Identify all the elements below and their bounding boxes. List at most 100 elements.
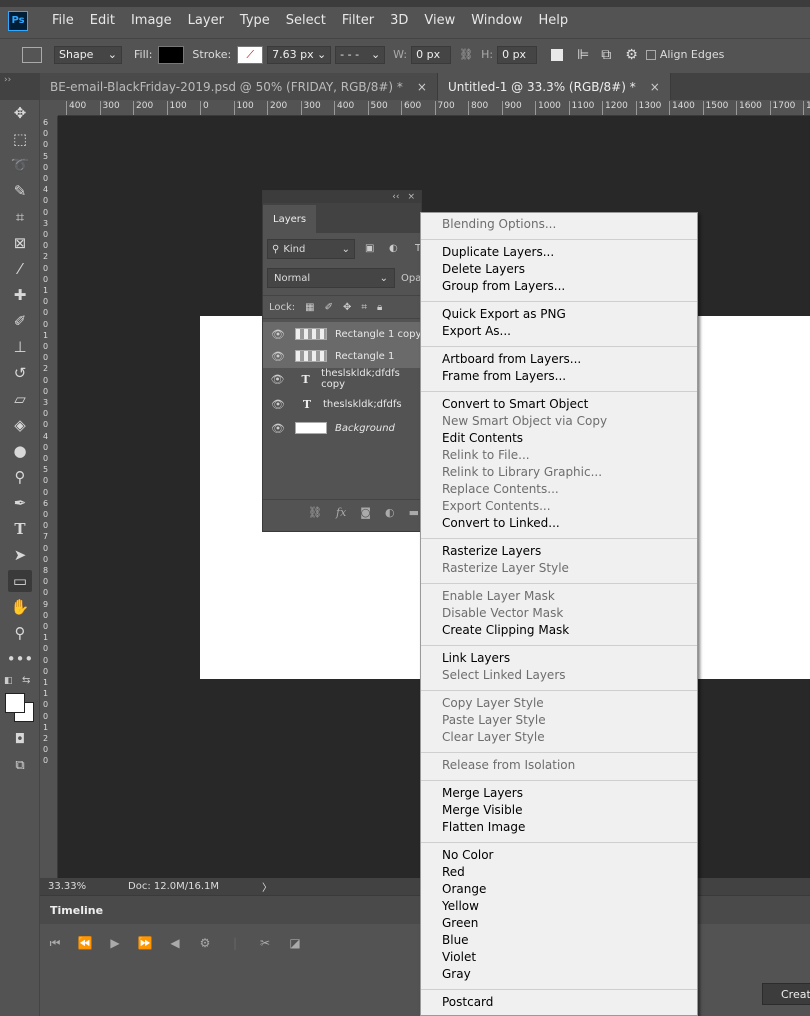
menu-filter[interactable]: Filter <box>334 13 382 28</box>
menu-item-no-color[interactable]: No Color <box>442 847 493 864</box>
first-frame-icon[interactable]: ⏮ <box>40 936 70 951</box>
quick-selection-tool-icon[interactable]: ✎ <box>8 180 32 202</box>
layer-row[interactable]: 👁︎ Ttheslskldk;dfdfs copy <box>263 367 423 391</box>
menu-item-export-as[interactable]: Export As... <box>442 323 511 340</box>
next-frame-icon[interactable]: ⏩ <box>130 936 160 950</box>
lock-position-icon[interactable]: ✥ <box>343 302 351 313</box>
rectangle-tool-preset-icon[interactable] <box>22 46 42 63</box>
menu-item-group-from-layers[interactable]: Group from Layers... <box>442 278 565 295</box>
paint-bucket-tool-icon[interactable]: ◈ <box>8 414 32 436</box>
zoom-tool-icon[interactable]: ⚲ <box>8 622 32 644</box>
eraser-tool-icon[interactable]: ▱ <box>8 388 32 410</box>
layer-row[interactable]: 👁︎ Rectangle 1 <box>263 344 423 368</box>
tab-untitled-1[interactable]: Untitled-1 @ 33.3% (RGB/8#) * × <box>437 73 671 100</box>
play-icon[interactable]: ▶ <box>100 936 130 950</box>
marquee-tool-icon[interactable]: ⬚ <box>8 128 32 150</box>
type-tool-icon[interactable]: T <box>8 518 32 540</box>
add-mask-icon[interactable]: ◙ <box>360 506 371 519</box>
lock-pixels-icon[interactable]: ✐ <box>325 302 333 313</box>
link-layers-icon[interactable]: ⛓ <box>308 506 322 519</box>
stroke-swatch[interactable]: ⟋ <box>237 45 264 64</box>
hand-tool-icon[interactable]: ✋ <box>8 596 32 618</box>
menu-file[interactable]: File <box>44 13 82 28</box>
menu-item-edit-contents[interactable]: Edit Contents <box>442 430 523 447</box>
stroke-type-select[interactable]: - - - ⌄ <box>335 45 386 64</box>
menu-edit[interactable]: Edit <box>82 13 123 28</box>
gear-icon[interactable]: ⚙ <box>625 47 638 63</box>
menu-item-frame-from-layers[interactable]: Frame from Layers... <box>442 368 566 385</box>
collapse-toolbar-icon[interactable]: ›› <box>0 73 40 100</box>
menu-item-orange[interactable]: Orange <box>442 881 486 898</box>
menu-item-rasterize-layers[interactable]: Rasterize Layers <box>442 543 541 560</box>
tab-be-email[interactable]: BE-email-BlackFriday-2019.psd @ 50% (FRI… <box>40 73 438 100</box>
menu-item-red[interactable]: Red <box>442 864 465 881</box>
menu-item-merge-layers[interactable]: Merge Layers <box>442 785 523 802</box>
screen-mode-icon[interactable]: ⧉ <box>8 754 32 776</box>
lock-artboard-icon[interactable]: ⌗ <box>361 302 367 313</box>
menu-item-convert-to-smart-object[interactable]: Convert to Smart Object <box>442 396 588 413</box>
path-operations-icon[interactable] <box>551 48 564 61</box>
eye-icon[interactable]: 👁︎ <box>263 398 293 411</box>
more-tools-icon[interactable]: ••• <box>7 648 34 670</box>
new-group-icon[interactable]: ▬ <box>409 506 419 519</box>
frame-tool-icon[interactable]: ⊠ <box>8 232 32 254</box>
menu-item-convert-to-linked[interactable]: Convert to Linked... <box>442 515 560 532</box>
blend-mode-select[interactable]: Normal ⌄ <box>267 268 395 288</box>
healing-brush-tool-icon[interactable]: ✚ <box>8 284 32 306</box>
filter-kind-select[interactable]: ⚲ Kind ⌄ <box>267 239 355 259</box>
lock-all-icon[interactable]: 🔒︎ <box>377 302 382 313</box>
menu-image[interactable]: Image <box>123 13 180 28</box>
tab-layers[interactable]: Layers <box>263 205 317 233</box>
history-brush-tool-icon[interactable]: ↺ <box>8 362 32 384</box>
adjustment-layer-icon[interactable]: ◐ <box>385 506 395 519</box>
layer-row[interactable]: 👁︎ Background <box>263 416 423 440</box>
transition-icon[interactable]: ◪ <box>280 936 310 950</box>
eye-icon[interactable]: 👁︎ <box>263 373 292 386</box>
menu-view[interactable]: View <box>416 13 463 28</box>
menu-help[interactable]: Help <box>531 13 577 28</box>
gear-icon[interactable]: ⚙ <box>190 936 220 950</box>
menu-item-flatten-image[interactable]: Flatten Image <box>442 819 525 836</box>
menu-window[interactable]: Window <box>463 13 530 28</box>
close-icon[interactable]: × <box>650 80 660 94</box>
path-arrangement-icon[interactable]: ⧉ <box>601 47 611 63</box>
menu-item-delete-layers[interactable]: Delete Layers <box>442 261 525 278</box>
menu-item-duplicate-layers[interactable]: Duplicate Layers... <box>442 244 554 261</box>
quick-mask-icon[interactable]: ◘ <box>8 728 32 750</box>
menu-item-quick-export-as-png[interactable]: Quick Export as PNG <box>442 306 566 323</box>
menu-item-gray[interactable]: Gray <box>442 966 471 983</box>
audio-icon[interactable]: ◀ <box>160 936 190 950</box>
clone-stamp-tool-icon[interactable]: ⊥ <box>8 336 32 358</box>
create-timeline-button[interactable]: Create <box>762 983 810 1005</box>
height-field[interactable]: 0 px <box>497 45 538 64</box>
eye-icon[interactable]: 👁︎ <box>263 422 293 435</box>
stroke-width-field[interactable]: 7.63 px ⌄ <box>267 45 332 64</box>
path-selection-tool-icon[interactable]: ➤ <box>8 544 32 566</box>
menu-item-link-layers[interactable]: Link Layers <box>442 650 510 667</box>
pixel-filter-icon[interactable]: ▣ <box>365 243 374 254</box>
menu-item-green[interactable]: Green <box>442 915 478 932</box>
photoshop-logo-icon[interactable]: Ps <box>8 10 28 31</box>
blur-tool-icon[interactable]: ● <box>8 440 32 462</box>
menu-type[interactable]: Type <box>232 13 278 28</box>
menu-select[interactable]: Select <box>278 13 334 28</box>
status-menu-arrow-icon[interactable]: 〉 <box>262 879 272 894</box>
menu-item-violet[interactable]: Violet <box>442 949 476 966</box>
lasso-tool-icon[interactable]: ➰ <box>8 154 32 176</box>
brush-tool-icon[interactable]: ✐ <box>8 310 32 332</box>
zoom-level[interactable]: 33.33% <box>48 881 128 892</box>
swap-colors-icon[interactable]: ⇆ <box>22 675 30 686</box>
foreground-color-swatch[interactable] <box>5 693 25 713</box>
layer-row[interactable]: 👁︎ Rectangle 1 copy <box>263 322 423 346</box>
path-alignment-icon[interactable]: ⊫ <box>577 47 589 63</box>
crop-tool-icon[interactable]: ⌗ <box>8 206 32 228</box>
menu-item-blue[interactable]: Blue <box>442 932 469 949</box>
timeline-tab[interactable]: Timeline <box>50 904 103 917</box>
default-colors-icon[interactable]: ◧ <box>4 676 13 686</box>
shape-mode-select[interactable]: Shape ⌄ <box>54 45 122 64</box>
split-scissors-icon[interactable]: ✂ <box>250 936 280 950</box>
menu-item-merge-visible[interactable]: Merge Visible <box>442 802 522 819</box>
menu-item-artboard-from-layers[interactable]: Artboard from Layers... <box>442 351 581 368</box>
previous-frame-icon[interactable]: ⏪ <box>70 936 100 950</box>
link-icon[interactable]: ⛓ <box>459 48 473 61</box>
